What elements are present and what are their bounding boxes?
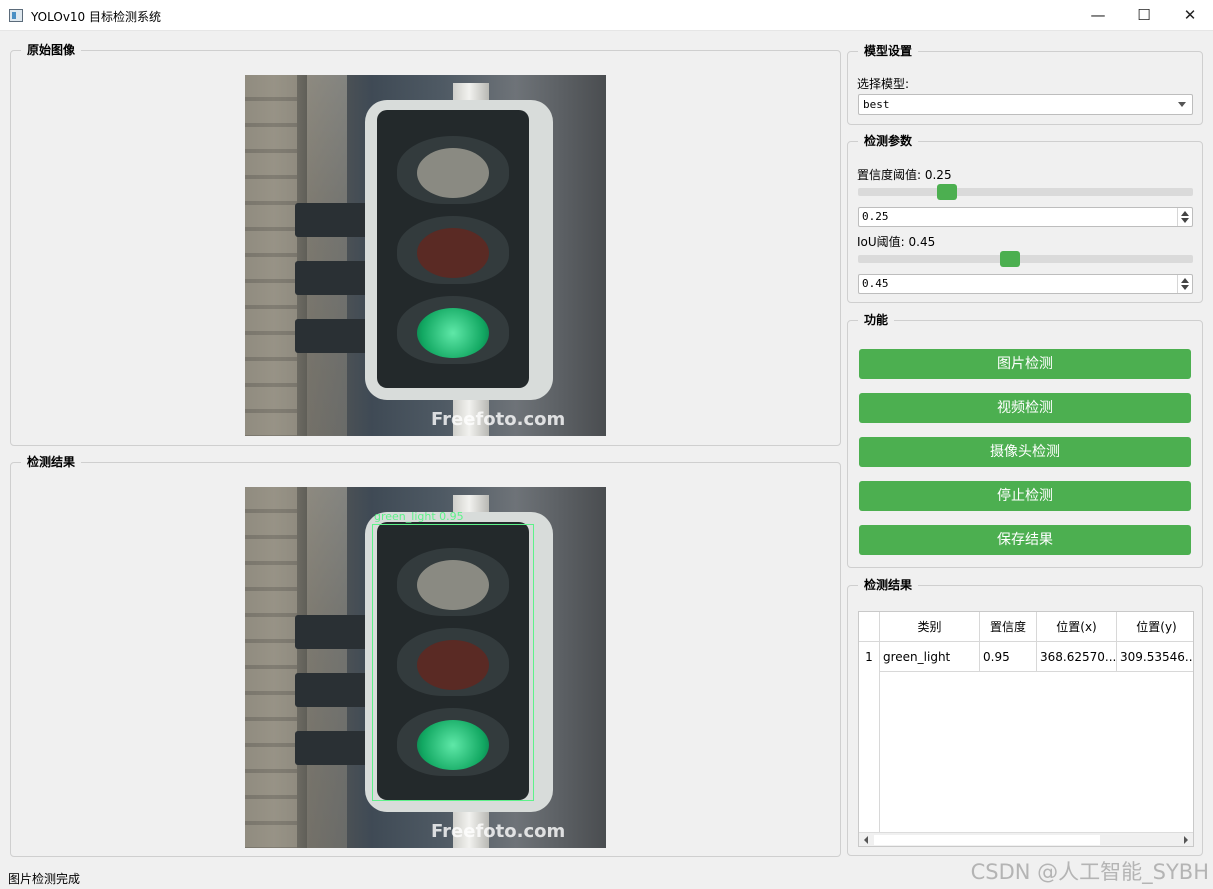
original-image: Freefoto.com (245, 75, 606, 436)
detection-params-group: 检测参数 置信度阈值: 0.25 0.25 IoU阈值: 0.45 0.45 (847, 133, 1203, 303)
scroll-left-icon[interactable] (864, 836, 868, 844)
model-settings-title: 模型设置 (858, 43, 919, 59)
original-image-title: 原始图像 (21, 42, 82, 58)
table-corner (859, 612, 880, 642)
results-title: 检测结果 (858, 577, 919, 593)
detection-box (372, 524, 534, 801)
column-header-pos-y[interactable]: 位置(y) (1117, 612, 1193, 642)
detection-params-title: 检测参数 (858, 133, 919, 149)
scrollbar-thumb[interactable] (874, 835, 1100, 845)
column-header-class[interactable]: 类别 (880, 612, 980, 642)
image-detect-button[interactable]: 图片检测 (859, 349, 1191, 379)
table-cell-class[interactable]: green_light (880, 642, 980, 672)
minimize-button[interactable]: — (1075, 0, 1121, 31)
app-icon (9, 9, 23, 22)
table-cell-pos-y[interactable]: 309.53546... (1117, 642, 1193, 672)
model-select-value: best (863, 98, 890, 111)
iou-spinbox[interactable]: 0.45 (858, 274, 1193, 294)
iou-threshold-label: IoU阈值: 0.45 (857, 235, 936, 249)
spin-up-icon[interactable] (1181, 211, 1189, 216)
status-bar-text: 图片检测完成 (8, 872, 81, 886)
conf-slider-handle[interactable] (936, 184, 957, 200)
spin-down-icon[interactable] (1181, 218, 1189, 223)
window-title: YOLOv10 目标检测系统 (31, 10, 162, 24)
iou-slider-handle[interactable] (999, 251, 1020, 267)
model-settings-group: 模型设置 选择模型: best (847, 43, 1203, 125)
functions-title: 功能 (858, 312, 895, 328)
chevron-down-icon (1178, 102, 1186, 107)
maximize-button[interactable]: ☐ (1121, 0, 1167, 31)
model-select[interactable]: best (858, 94, 1193, 115)
result-image: green_light 0.95 Freefoto.com (245, 487, 606, 848)
stop-detect-button[interactable]: 停止检测 (859, 481, 1191, 511)
column-header-pos-x[interactable]: 位置(x) (1037, 612, 1117, 642)
conf-slider[interactable] (858, 188, 1193, 196)
iou-slider[interactable] (858, 255, 1193, 263)
spin-up-icon[interactable] (1181, 278, 1189, 283)
title-bar: YOLOv10 目标检测系统 — ☐ ✕ (0, 0, 1213, 31)
row-number[interactable]: 1 (859, 642, 880, 832)
close-button[interactable]: ✕ (1167, 0, 1213, 31)
original-image-group: 原始图像 Freefoto.com (10, 42, 841, 446)
scroll-right-icon[interactable] (1184, 836, 1188, 844)
photo-watermark: Freefoto.com (431, 409, 566, 430)
horizontal-scrollbar[interactable] (859, 832, 1193, 846)
photo-watermark: Freefoto.com (431, 821, 566, 842)
table-cell-confidence[interactable]: 0.95 (980, 642, 1037, 672)
functions-group: 功能 图片检测 视频检测 摄像头检测 停止检测 保存结果 (847, 312, 1203, 568)
video-detect-button[interactable]: 视频检测 (859, 393, 1191, 423)
model-select-label: 选择模型: (857, 77, 910, 91)
results-table[interactable]: 类别 置信度 位置(x) 位置(y) 1 green_light 0.95 36… (858, 611, 1194, 847)
result-image-group: 检测结果 green_light 0.95 Freefoto.com (10, 454, 841, 857)
table-cell-pos-x[interactable]: 368.62570... (1037, 642, 1117, 672)
csdn-watermark: CSDN @人工智能_SYBH (970, 860, 1209, 884)
conf-spinbox-value: 0.25 (862, 210, 889, 223)
spin-down-icon[interactable] (1181, 285, 1189, 290)
iou-spinbox-value: 0.45 (862, 277, 889, 290)
camera-detect-button[interactable]: 摄像头检测 (859, 437, 1191, 467)
result-image-title: 检测结果 (21, 454, 82, 470)
conf-spinbox[interactable]: 0.25 (858, 207, 1193, 227)
detection-label: green_light 0.95 (374, 510, 464, 523)
column-header-confidence[interactable]: 置信度 (980, 612, 1037, 642)
save-result-button[interactable]: 保存结果 (859, 525, 1191, 555)
results-group: 检测结果 类别 置信度 位置(x) 位置(y) 1 green_light 0.… (847, 577, 1203, 856)
conf-threshold-label: 置信度阈值: 0.25 (857, 168, 952, 182)
